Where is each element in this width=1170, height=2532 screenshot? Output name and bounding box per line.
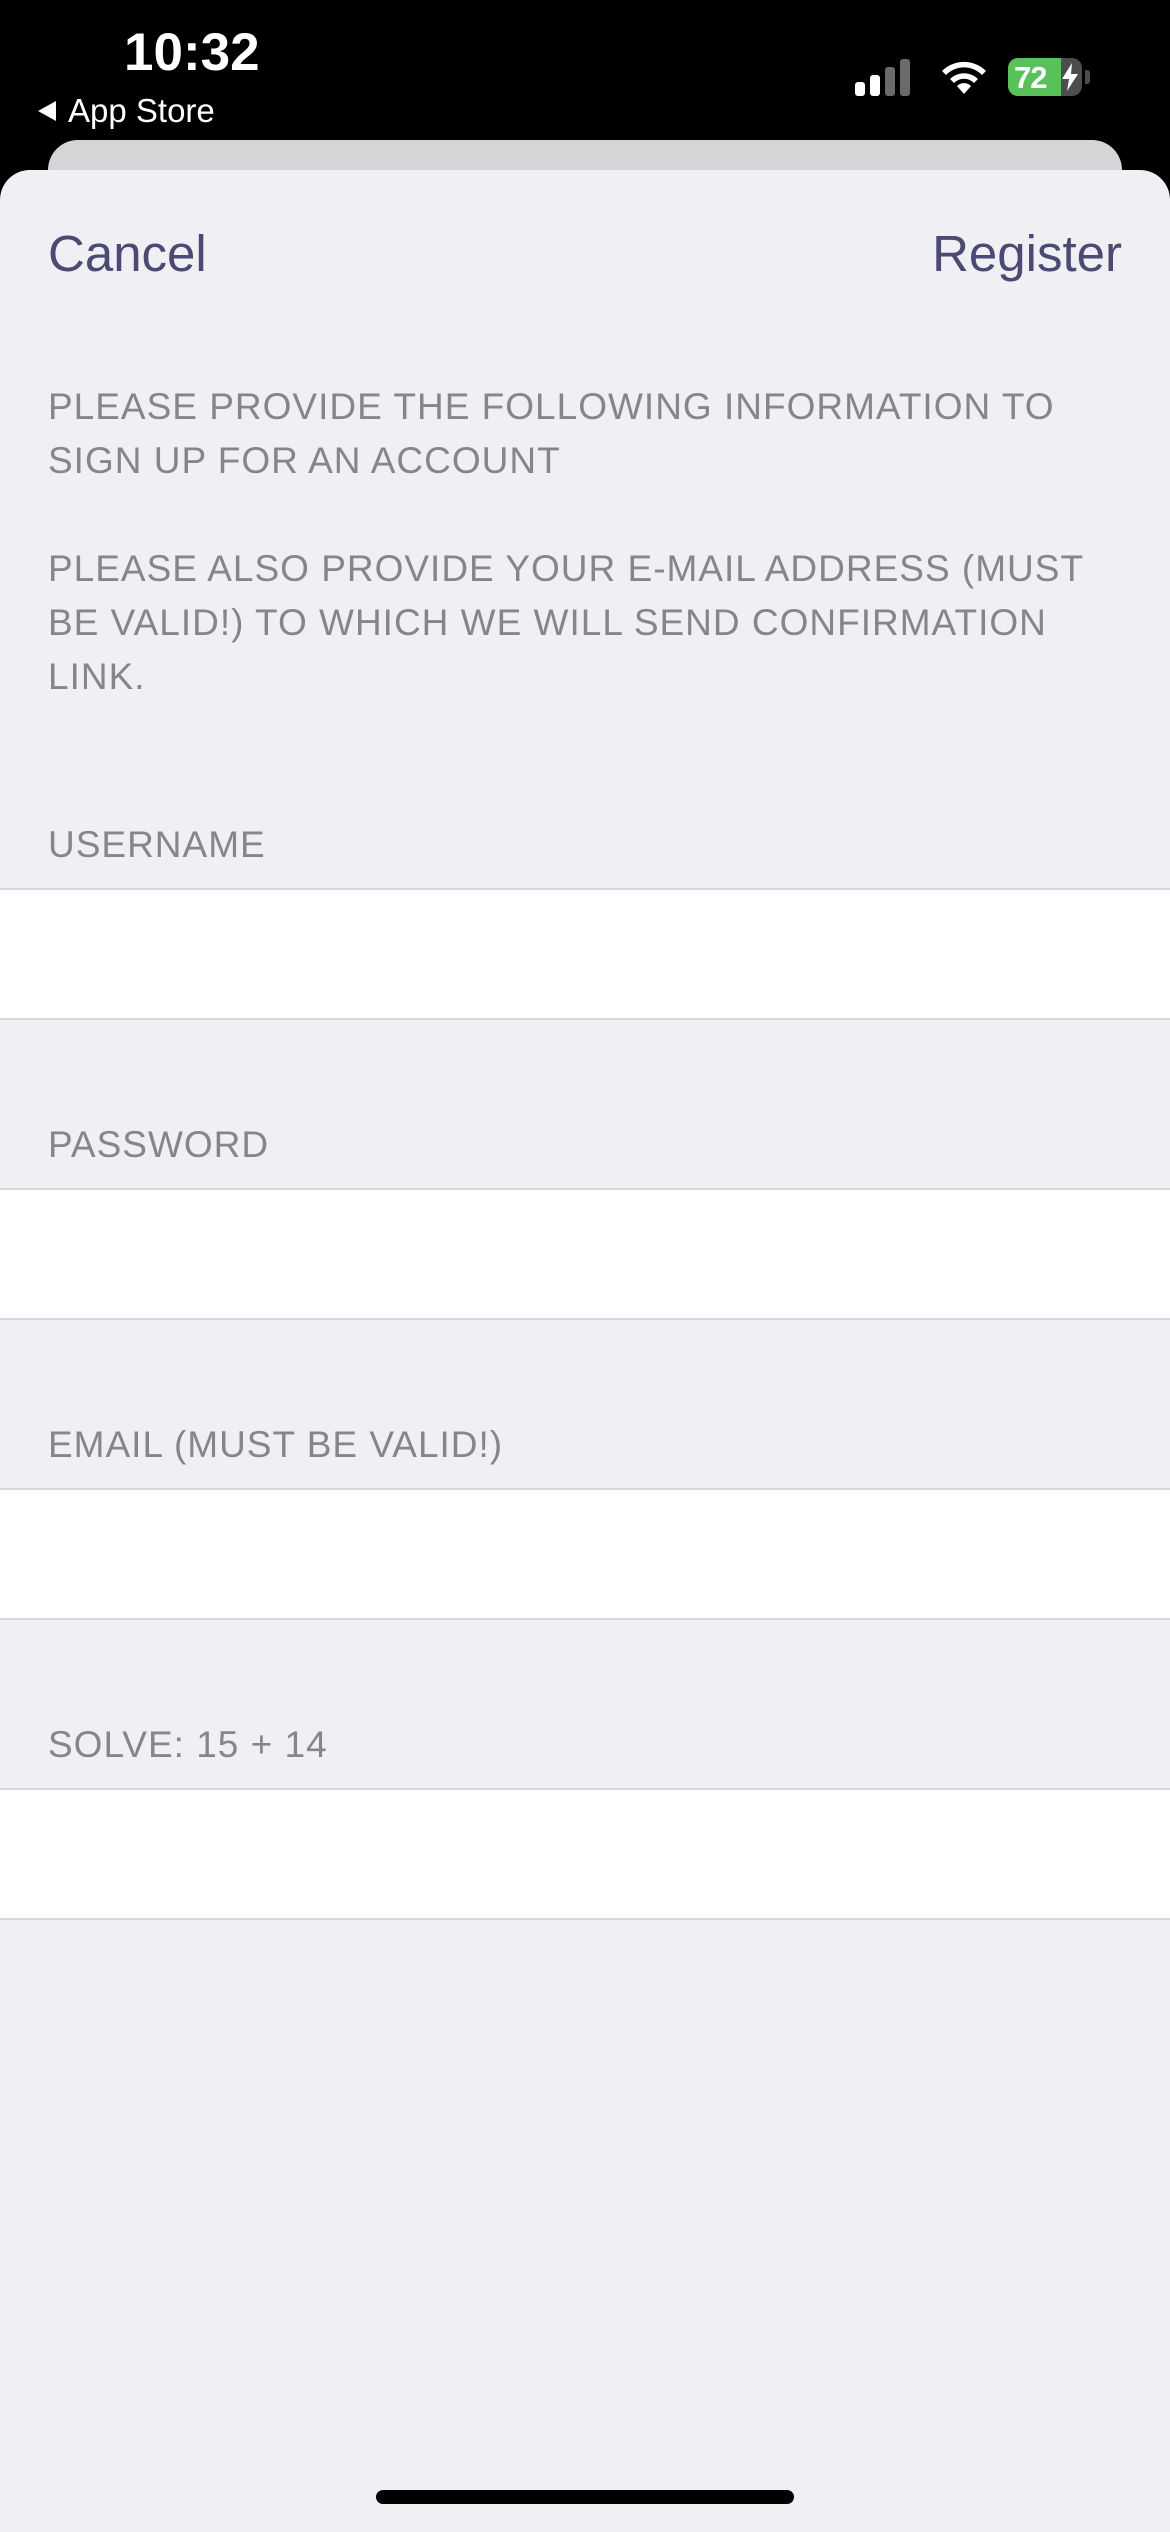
username-input[interactable]: [0, 890, 1170, 1018]
username-label: USERNAME: [48, 824, 266, 865]
captcha-field-row: [0, 1788, 1170, 1920]
battery-icon: 72: [1008, 58, 1090, 96]
register-sheet: Cancel Register PLEASE PROVIDE THE FOLLO…: [0, 170, 1170, 2532]
screen: 10:32 App Store 72 Cancel Register PLEAS…: [0, 0, 1170, 2532]
battery-percent: 72: [1014, 60, 1047, 95]
status-time: 10:32: [124, 23, 260, 82]
password-field-row: [0, 1188, 1170, 1320]
signup-info-text: PLEASE PROVIDE THE FOLLOWING INFORMATION…: [48, 386, 1055, 481]
back-to-app-store-button[interactable]: App Store: [38, 92, 215, 130]
cancel-button[interactable]: Cancel: [48, 224, 207, 283]
status-bar: 10:32 App Store 72: [0, 0, 1170, 140]
password-label: PASSWORD: [48, 1124, 270, 1165]
username-field-row: [0, 888, 1170, 1020]
charging-bolt-icon: [1062, 63, 1078, 91]
captcha-input[interactable]: [0, 1790, 1170, 1918]
back-app-label: App Store: [68, 92, 215, 129]
email-info-text: PLEASE ALSO PROVIDE YOUR E-MAIL ADDRESS …: [48, 548, 1084, 697]
password-input[interactable]: [0, 1190, 1170, 1318]
email-input[interactable]: [0, 1490, 1170, 1618]
back-arrow-icon: [38, 101, 56, 121]
cellular-signal-icon: [855, 58, 915, 96]
home-indicator[interactable]: [376, 2490, 794, 2504]
wifi-icon: [942, 61, 986, 94]
email-field-row: [0, 1488, 1170, 1620]
sheet-navigation-bar: Cancel Register: [0, 170, 1170, 330]
email-label: EMAIL (MUST BE VALID!): [48, 1424, 504, 1465]
register-button[interactable]: Register: [932, 224, 1122, 283]
captcha-label: SOLVE: 15 + 14: [48, 1724, 328, 1765]
